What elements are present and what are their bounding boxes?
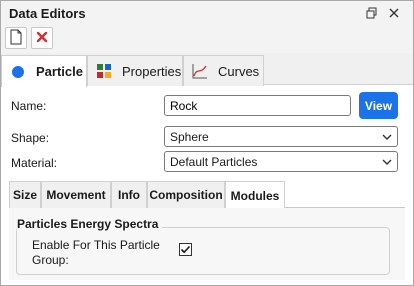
chevron-down-icon: [381, 156, 393, 168]
tab-movement[interactable]: Movement: [41, 181, 111, 208]
view-button[interactable]: View: [359, 92, 398, 119]
shape-label: Shape:: [11, 131, 50, 145]
tab-info[interactable]: Info: [111, 181, 147, 208]
name-label: Name:: [11, 99, 47, 113]
tab-size[interactable]: Size: [9, 181, 41, 208]
group-title: Particles Energy Spectra: [17, 217, 163, 231]
tab-label: Particle: [36, 64, 83, 79]
data-editors-window: Data Editors Particle Properties Curves …: [0, 0, 414, 286]
material-value: Default Particles: [170, 155, 258, 169]
toolbar: [1, 25, 413, 53]
curves-icon: [192, 63, 208, 79]
enable-checkbox[interactable]: [179, 243, 192, 256]
close-icon[interactable]: [387, 6, 401, 20]
titlebar: Data Editors: [1, 1, 413, 25]
new-document-icon: [9, 29, 23, 48]
tab-composition[interactable]: Composition: [147, 181, 225, 208]
tab-modules[interactable]: Modules: [225, 181, 285, 209]
shape-select[interactable]: Sphere: [164, 126, 398, 147]
properties-icon: [96, 63, 112, 79]
delete-button[interactable]: [31, 27, 53, 49]
new-document-button[interactable]: [5, 27, 27, 49]
delete-icon: [36, 31, 48, 46]
particle-icon: [10, 64, 26, 80]
name-input[interactable]: [164, 95, 351, 116]
restore-icon[interactable]: [365, 6, 379, 20]
chevron-down-icon: [381, 131, 393, 143]
tab-properties[interactable]: Properties: [87, 55, 183, 86]
window-title: Data Editors: [9, 6, 86, 21]
shape-value: Sphere: [170, 130, 209, 144]
top-tab-bar: Particle Properties Curves: [1, 53, 413, 87]
material-select[interactable]: Default Particles: [164, 151, 398, 172]
tab-curves[interactable]: Curves: [183, 55, 264, 86]
sub-tab-bar: Size Movement Info Composition Modules: [9, 181, 405, 209]
tab-label: Curves: [218, 63, 260, 79]
tab-particle[interactable]: Particle: [1, 55, 87, 87]
tab-label: Properties: [122, 63, 182, 79]
enable-checkbox-label: Enable For This Particle Group:: [32, 238, 160, 267]
material-label: Material:: [11, 156, 58, 170]
